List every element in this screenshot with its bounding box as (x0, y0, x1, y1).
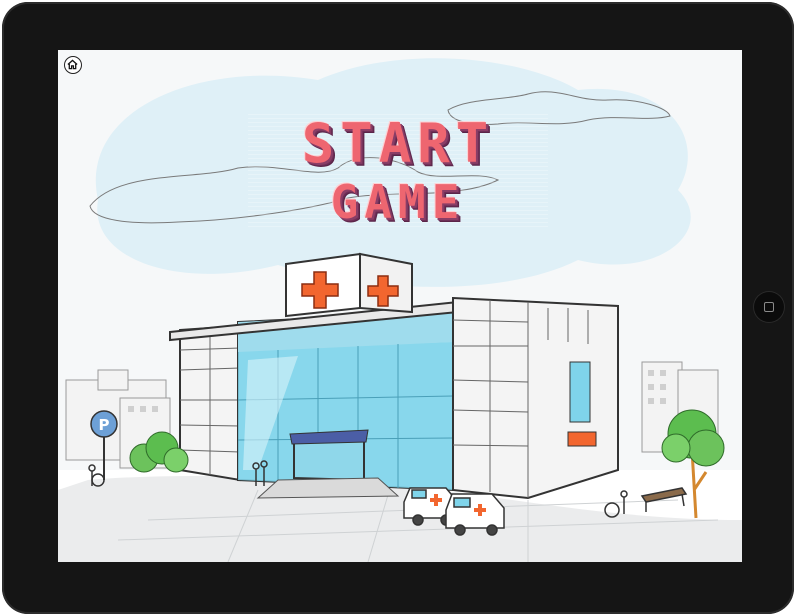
right-window (569, 361, 591, 423)
entrance-steps (256, 477, 400, 499)
home-icon (67, 59, 78, 70)
device-home-button[interactable] (754, 292, 784, 322)
right-sign (567, 431, 597, 447)
start-label-line2: GAME (248, 174, 548, 230)
hospital-right-wing (452, 296, 619, 500)
svg-text:P: P (99, 416, 110, 434)
home-button[interactable] (64, 56, 82, 74)
start-label-line1: START (248, 114, 548, 174)
game-screen: P START GAME (58, 50, 742, 562)
start-game-button[interactable]: START GAME (248, 110, 548, 240)
